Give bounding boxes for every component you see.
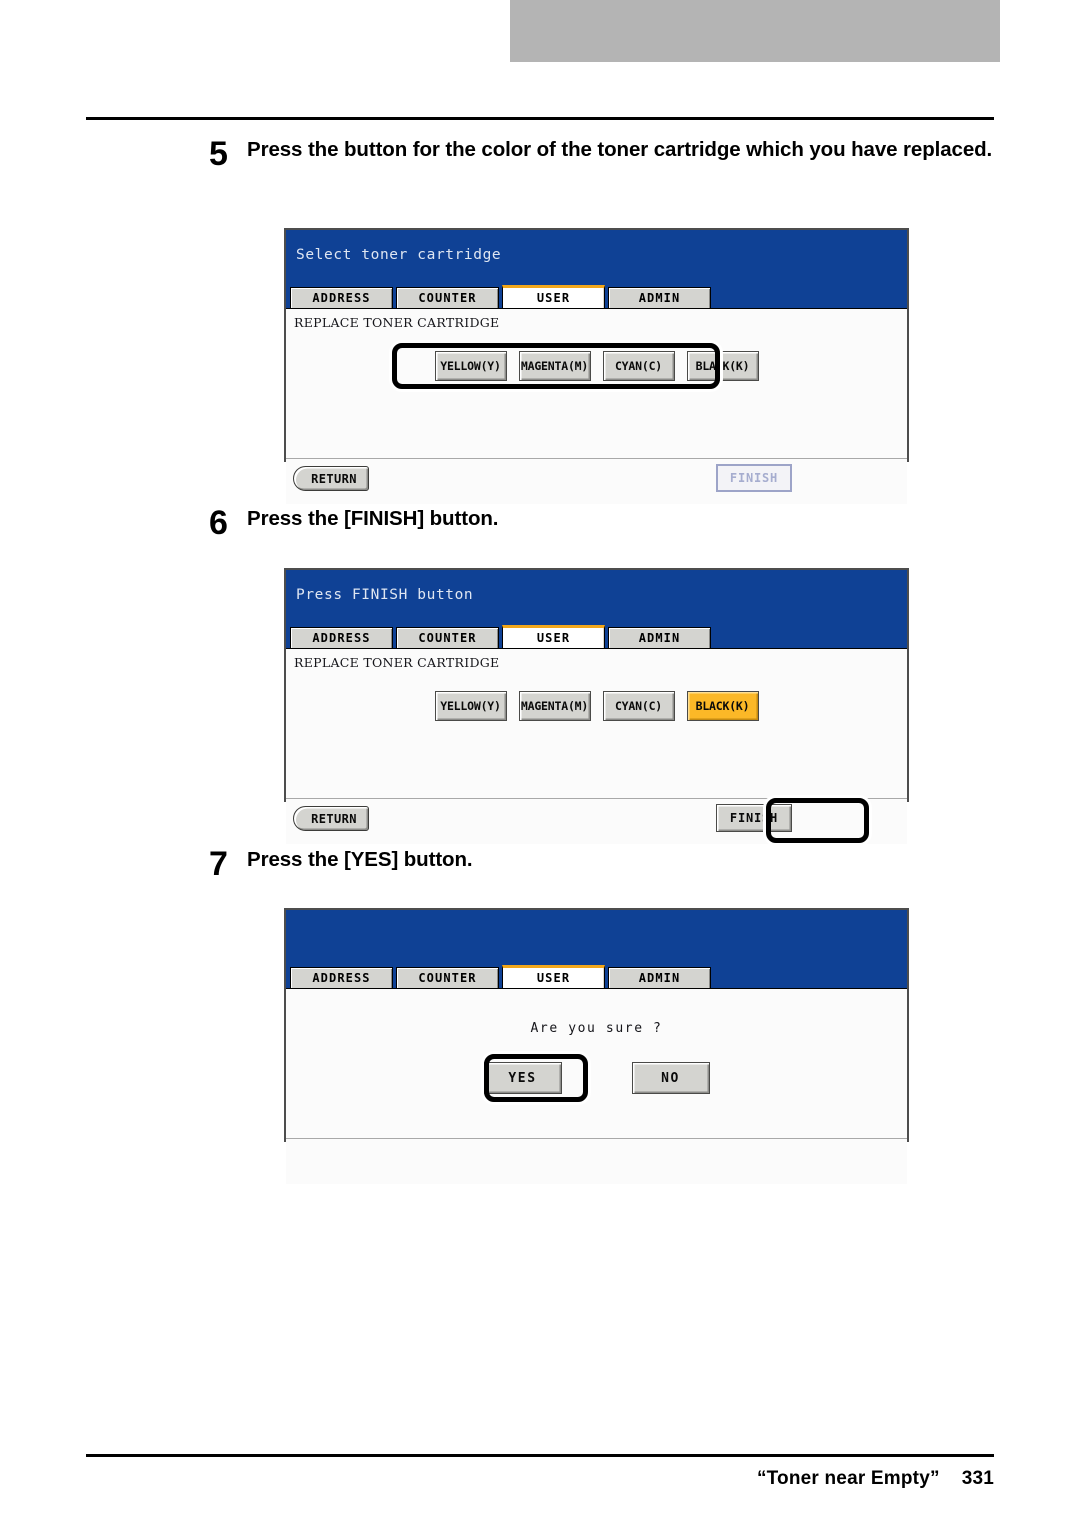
toner-button-black-2[interactable]: BLACK(K) (686, 691, 759, 721)
toner-button-magenta-1[interactable]: MAGENTA(M) (518, 351, 591, 381)
step-6-text: Press the [FINISH] button. (247, 507, 499, 530)
toner-button-yellow-2[interactable]: YELLOW(Y) (434, 691, 507, 721)
tab-admin-1[interactable]: ADMIN (608, 287, 711, 308)
manual-page: 5 Press the button for the color of the … (0, 0, 1080, 1526)
tab-user-2[interactable]: USER (502, 625, 605, 648)
tab-admin-2[interactable]: ADMIN (608, 627, 711, 648)
confirmation-message: Are you sure ? (530, 1021, 663, 1036)
lcd-screenshot-step5: Select toner cartridge ADDRESS COUNTER U… (284, 228, 909, 504)
lcd-header-title-2: Press FINISH button (296, 587, 474, 603)
footer-divider-rule (86, 1454, 994, 1457)
toner-button-cyan-1[interactable]: CYAN(C) (602, 351, 675, 381)
tab-address-3[interactable]: ADDRESS (290, 967, 393, 988)
return-button-1[interactable]: RETURN (293, 466, 369, 491)
step-6-number: 6 (209, 504, 228, 542)
return-button-2[interactable]: RETURN (293, 806, 369, 831)
step-7-heading: 7 Press the [YES] button. (209, 846, 1009, 882)
lcd-footer-bar-1: RETURN FINISH (286, 458, 907, 504)
toner-color-button-row-2: YELLOW(Y) MAGENTA(M) CYAN(C) BLACK(K) (286, 691, 907, 721)
toner-button-magenta-2[interactable]: MAGENTA(M) (518, 691, 591, 721)
step-5-heading: 5 Press the button for the color of the … (209, 136, 1009, 172)
toner-color-button-row-1: YELLOW(Y) MAGENTA(M) CYAN(C) BLACK(K) (286, 351, 907, 381)
lcd-subtitle-1: REPLACE TONER CARTRIDGE (294, 315, 500, 330)
lcd-tab-strip-1: ADDRESS COUNTER USER ADMIN (286, 285, 907, 308)
footer-section-title: “Toner near Empty” (756, 1468, 940, 1489)
lcd-header-bar-3 (286, 910, 907, 965)
step-5-number: 5 (209, 135, 228, 173)
lcd-screenshot-step7: ADDRESS COUNTER USER ADMIN Are you sure … (284, 908, 909, 1184)
page-top-gray-band (510, 0, 1000, 62)
footer-page-number: 331 (961, 1468, 994, 1489)
yes-button[interactable]: YES (483, 1062, 562, 1094)
toner-button-cyan-2[interactable]: CYAN(C) (602, 691, 675, 721)
lcd-footer-bar-3 (286, 1138, 907, 1184)
step-7-number: 7 (209, 845, 228, 883)
tab-admin-3[interactable]: ADMIN (608, 967, 711, 988)
lcd-footer-bar-2: RETURN FINISH (286, 798, 907, 844)
tab-address-2[interactable]: ADDRESS (290, 627, 393, 648)
finish-button-disabled-1: FINISH (716, 464, 792, 492)
step-7-text: Press the [YES] button. (247, 848, 473, 871)
step-5-text: Press the button for the color of the to… (247, 138, 993, 161)
lcd-body-1: REPLACE TONER CARTRIDGE YELLOW(Y) MAGENT… (286, 308, 907, 458)
tab-user-1[interactable]: USER (502, 285, 605, 308)
lcd-tab-strip-2: ADDRESS COUNTER USER ADMIN (286, 625, 907, 648)
lcd-screenshot-step6: Press FINISH button ADDRESS COUNTER USER… (284, 568, 909, 844)
tab-counter-3[interactable]: COUNTER (396, 967, 499, 988)
lcd-body-2: REPLACE TONER CARTRIDGE YELLOW(Y) MAGENT… (286, 648, 907, 798)
toner-button-yellow-1[interactable]: YELLOW(Y) (434, 351, 507, 381)
toner-button-black-1[interactable]: BLACK(K) (686, 351, 759, 381)
confirm-button-row: YES NO (286, 1062, 907, 1094)
lcd-header-title-1: Select toner cartridge (296, 247, 502, 263)
tab-counter-2[interactable]: COUNTER (396, 627, 499, 648)
lcd-body-3: Are you sure ? YES NO (286, 988, 907, 1138)
lcd-header-bar-2: Press FINISH button (286, 570, 907, 625)
finish-button-2[interactable]: FINISH (716, 804, 792, 832)
step-6-heading: 6 Press the [FINISH] button. (209, 505, 1009, 541)
lcd-tab-strip-3: ADDRESS COUNTER USER ADMIN (286, 965, 907, 988)
tab-address-1[interactable]: ADDRESS (290, 287, 393, 308)
tab-user-3[interactable]: USER (502, 965, 605, 988)
tab-counter-1[interactable]: COUNTER (396, 287, 499, 308)
header-divider-rule (86, 117, 994, 120)
page-footer: “Toner near Empty” 331 (757, 1468, 994, 1490)
lcd-header-bar-1: Select toner cartridge (286, 230, 907, 285)
no-button[interactable]: NO (631, 1062, 710, 1094)
lcd-subtitle-2: REPLACE TONER CARTRIDGE (294, 655, 500, 670)
